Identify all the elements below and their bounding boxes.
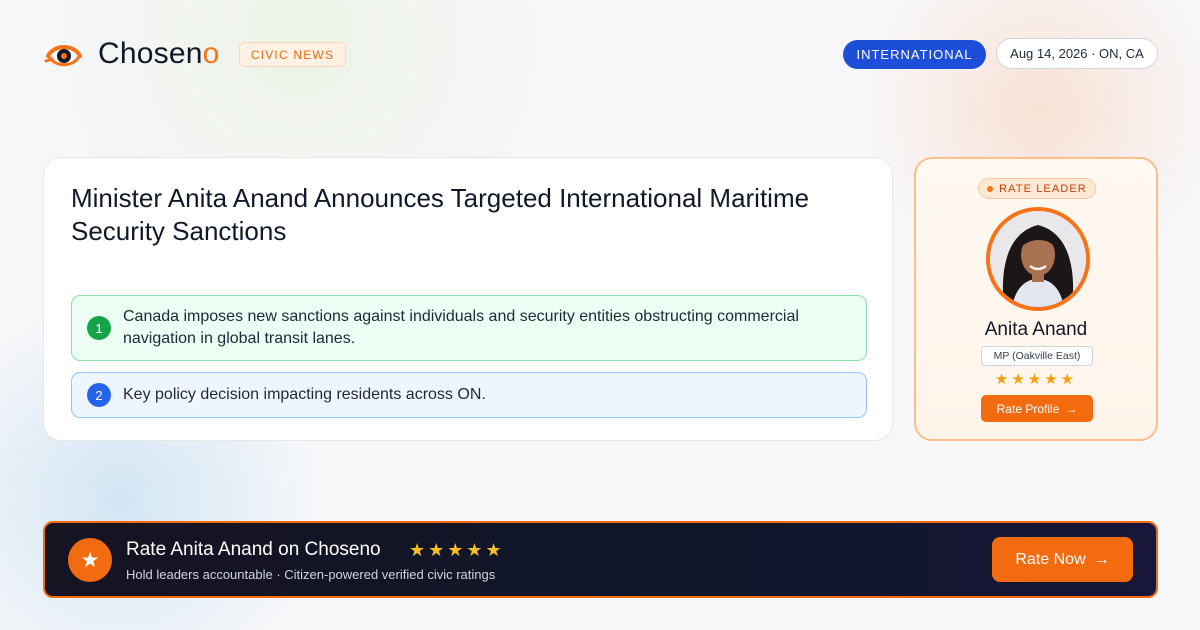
section-badge: CIVIC NEWS [239,42,346,67]
brand-logo[interactable]: Choseno [44,34,220,74]
arrow-right-icon: → [1065,401,1078,416]
star-icon: ★ [68,538,112,582]
key-point-1: 1 Canada imposes new sanctions against i… [71,295,867,361]
dot-icon [987,185,994,192]
banner-subtitle: Hold leaders accountable · Citizen-power… [126,567,496,582]
point-text: Canada imposes new sanctions against ind… [123,308,799,347]
leader-role-badge: MP (Oakville East) [981,346,1093,366]
rate-profile-label: Rate Profile [996,401,1060,416]
rate-now-label: Rate Now [1015,550,1086,568]
leader-name: Anita Anand [984,319,1088,340]
rate-profile-button[interactable]: Rate Profile → [981,395,1093,422]
arrow-right-icon: → [1093,550,1110,568]
point-text: Key policy decision impacting residents … [123,386,486,403]
banner-title: Rate Anita Anand on Choseno [126,539,381,560]
rate-leader-label: RATE LEADER [999,182,1087,195]
banner-star-rating[interactable]: ★★★★★ [409,540,505,561]
article-title: Minister Anita Anand Announces Targeted … [71,183,810,246]
rate-now-button[interactable]: Rate Now → [992,537,1133,582]
portrait-photo [990,211,1086,307]
rate-leader-card: RATE LEADER Anita Anand MP (Oakville Eas… [914,157,1158,441]
rate-leader-badge: RATE LEADER [978,178,1096,199]
avatar[interactable] [986,207,1090,311]
article-card: Minister Anita Anand Announces Targeted … [43,157,893,441]
key-point-2: 2 Key policy decision impacting resident… [71,372,867,418]
star-rating[interactable]: ★★★★★ [916,370,1156,388]
point-number-badge: 1 [87,316,111,340]
brand-name: Choseno [98,37,220,70]
category-pill[interactable]: INTERNATIONAL [843,40,986,69]
dateline-pill: Aug 14, 2026 · ON, CA [996,38,1158,69]
point-number-badge: 2 [87,383,111,407]
eye-logo-icon [44,45,82,67]
rate-banner: ★ Rate Anita Anand on Choseno ★★★★★ Hold… [43,521,1158,598]
